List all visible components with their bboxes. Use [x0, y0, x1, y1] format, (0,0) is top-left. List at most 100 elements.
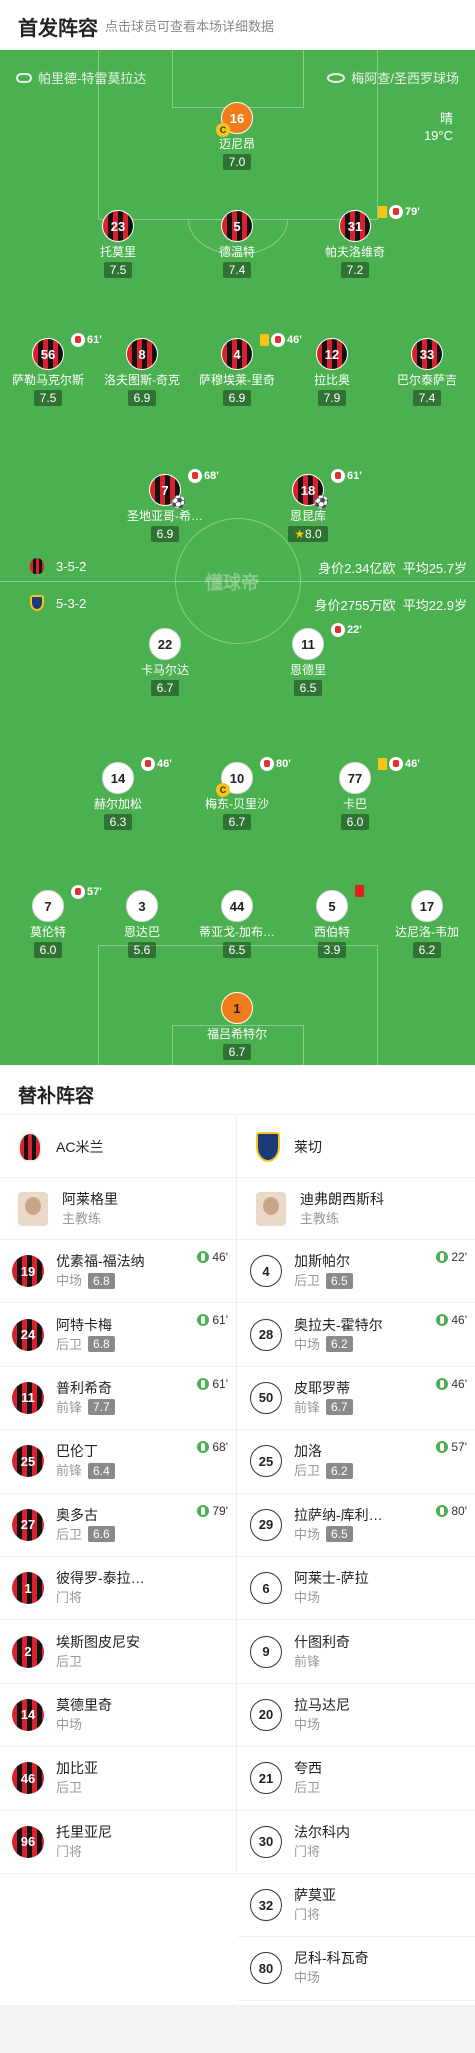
player-number-badge: 80: [250, 1952, 282, 1985]
player-events: 22': [331, 623, 362, 637]
player-home-3[interactable]: 31 79' 帕夫洛维奇 7.2: [300, 205, 420, 279]
sub-out-icon: [331, 469, 345, 483]
player-name: 尼科-科瓦奇: [294, 1950, 369, 1967]
sub-player-row[interactable]: 28 奥拉夫-霍特尔 中场 6.2 46': [238, 1303, 475, 1367]
player-position: 门将: [56, 1590, 83, 1606]
sub-player-row[interactable]: 21 夸西 后卫: [238, 1747, 475, 1811]
best-player-rating: ★8.0: [288, 526, 328, 542]
sub-player-row[interactable]: 2 埃斯图皮尼安 后卫: [0, 1620, 236, 1684]
player-home-0[interactable]: 16 C 迈尼昂 7.0: [182, 102, 292, 171]
sub-player-row[interactable]: 9 什图利奇 前锋: [238, 1620, 475, 1684]
player-number-badge: 19: [12, 1255, 44, 1288]
sub-in-event: 61': [197, 1377, 228, 1391]
sub-in-icon: [197, 1251, 210, 1263]
sub-in-event: 57': [436, 1440, 467, 1454]
player-away-6[interactable]: 3 恩达巴 5.6: [87, 890, 197, 959]
player-number-badge: 46: [12, 1762, 44, 1795]
home-subs-column: AC米兰 阿莱格里 主教练 19 优素福-福法纳 中场 6.8 46' 24 阿特卡梅 后卫 6.…: [0, 1116, 237, 1874]
player-number-badge: 96: [12, 1825, 44, 1858]
lineup-subtitle: 点击球员可查看本场详细数据: [105, 19, 275, 34]
sub-out-icon: [389, 205, 403, 219]
sub-player-row[interactable]: 6 阿莱士-萨拉 中场: [238, 1557, 475, 1621]
sub-in-icon: [436, 1441, 449, 1454]
player-home-5[interactable]: 8 洛夫图斯-奇克 6.9: [87, 338, 197, 407]
player-away-0[interactable]: 22 卡马尔达 6.7: [110, 628, 220, 697]
sub-player-row[interactable]: 4 加斯帕尔 后卫 6.5 22': [238, 1240, 475, 1304]
home-age: 平均25.7岁: [402, 561, 467, 576]
player-number-badge: 14: [12, 1698, 44, 1731]
player-position: 前锋: [56, 1399, 83, 1415]
sub-in-icon: [197, 1504, 210, 1517]
lineup-title: 首发阵容: [18, 18, 98, 40]
lecce-logo-icon: [30, 595, 44, 611]
player-name: 普利希奇: [56, 1379, 112, 1396]
sub-player-row[interactable]: 11 普利希奇 前锋 7.7 61': [0, 1367, 236, 1431]
sub-player-row[interactable]: 24 阿特卡梅 后卫 6.8 61': [0, 1303, 236, 1367]
sub-player-row[interactable]: 1 彼得罗-泰拉… 门将: [0, 1557, 236, 1621]
player-away-10[interactable]: 1 福吕希特尔 6.7: [182, 992, 292, 1061]
player-position: 中场: [294, 1336, 321, 1352]
sub-player-row[interactable]: 30 法尔科内 门将: [238, 1811, 475, 1874]
player-away-9[interactable]: 17 达尼洛-韦加 6.2: [372, 890, 475, 959]
player-name: 优素福-福法纳: [56, 1253, 145, 1270]
player-number-badge: 27: [12, 1508, 44, 1541]
player-name: 加洛: [294, 1443, 322, 1460]
player-rating: 6.2: [326, 1462, 353, 1479]
player-position: 前锋: [294, 1653, 321, 1669]
player-away-4[interactable]: 77 46' 卡巴 6.0: [300, 757, 420, 831]
away-team-row[interactable]: 莱切: [238, 1116, 475, 1178]
sub-in-icon: [436, 1377, 449, 1390]
player-number-badge: 9: [250, 1635, 282, 1668]
player-number-badge: 25: [12, 1445, 44, 1478]
player-number-badge: 28: [250, 1318, 282, 1351]
sub-player-row[interactable]: 25 加洛 后卫 6.2 57': [238, 1430, 475, 1494]
player-away-7[interactable]: 44 蒂亚戈-加布… 6.5: [182, 890, 292, 959]
player-away-3[interactable]: 10 80' C 梅东-贝里沙 6.7: [182, 757, 292, 831]
player-rating: 6.4: [88, 1462, 115, 1479]
player-home-6[interactable]: 4 46' 萨穆埃莱-里奇 6.9: [182, 333, 302, 407]
sub-player-row[interactable]: 29 拉萨纳-库利… 中场 6.5 80': [238, 1494, 475, 1557]
sub-in-event: 61': [197, 1313, 228, 1327]
sub-player-row[interactable]: 32 萨莫亚 门将: [238, 1874, 475, 1938]
player-home-2[interactable]: 5 德温特 7.4: [182, 210, 292, 279]
sub-player-row[interactable]: 27 奥多古 后卫 6.6 79': [0, 1494, 236, 1557]
coach-role: 主教练: [62, 1210, 102, 1226]
subs-title: 替补阵容: [18, 1086, 95, 1107]
player-number-badge: 2: [12, 1635, 44, 1668]
stadium-name: 梅阿查/圣西罗球场: [351, 71, 459, 86]
home-team-row[interactable]: AC米兰: [0, 1116, 236, 1178]
player-rating: 6.7: [326, 1399, 353, 1416]
player-away-8[interactable]: 5 西伯特 3.9: [277, 885, 387, 959]
player-home-10[interactable]: 18 61' ⚽ 恩昆库 ★8.0: [253, 469, 363, 543]
player-position: 后卫: [56, 1653, 83, 1669]
player-position: 后卫: [294, 1780, 321, 1796]
player-number-badge: 32: [250, 1889, 282, 1922]
sub-player-row[interactable]: 50 皮耶罗蒂 前锋 6.7 46': [238, 1367, 475, 1431]
sub-player-row[interactable]: 19 优素福-福法纳 中场 6.8 46': [0, 1240, 236, 1304]
pitch: 帕里德-特雷莫拉达 梅阿查/圣西罗球场 晴 19°C 懂球帝 3-5-2 身价2…: [0, 50, 475, 1065]
sub-player-row[interactable]: 20 拉马达尼 中场: [238, 1684, 475, 1748]
player-position: 中场: [56, 1273, 83, 1289]
home-formation: 3-5-2: [30, 558, 86, 574]
player-away-2[interactable]: 14 46' 赫尔加松 6.3: [63, 757, 173, 831]
player-number-badge: 1: [12, 1572, 44, 1605]
sub-player-row[interactable]: 14 莫德里奇 中场: [0, 1684, 236, 1748]
player-number-badge: 11: [12, 1381, 44, 1414]
player-number-badge: 21: [250, 1762, 282, 1795]
player-rating: 6.8: [88, 1272, 115, 1289]
watermark: 懂球帝: [205, 573, 259, 593]
player-home-7[interactable]: 12 拉比奥 7.9: [277, 338, 387, 407]
sub-player-row[interactable]: 46 加比亚 后卫: [0, 1747, 236, 1811]
player-events: 46': [141, 757, 172, 771]
home-value: 身价2.34亿欧: [318, 561, 396, 576]
player-events: 79': [378, 205, 420, 219]
sub-player-row[interactable]: 25 巴伦丁 前锋 6.4 68': [0, 1430, 236, 1494]
away-coach-row[interactable]: 迪弗朗西斯科 主教练: [238, 1178, 475, 1240]
home-coach-row[interactable]: 阿莱格里 主教练: [0, 1178, 236, 1240]
player-home-8[interactable]: 33 巴尔泰萨吉 7.4: [372, 338, 475, 407]
player-home-1[interactable]: 23 托莫里 7.5: [63, 210, 173, 279]
player-away-1[interactable]: 11 22' 恩德里 6.5: [253, 623, 363, 697]
player-home-9[interactable]: 7 68' ⚽ 圣地亚哥-希… 6.9: [110, 469, 220, 543]
sub-player-row[interactable]: 96 托里亚尼 门将: [0, 1811, 236, 1874]
sub-player-row[interactable]: 80 尼科-科瓦奇 中场: [238, 1937, 475, 2001]
